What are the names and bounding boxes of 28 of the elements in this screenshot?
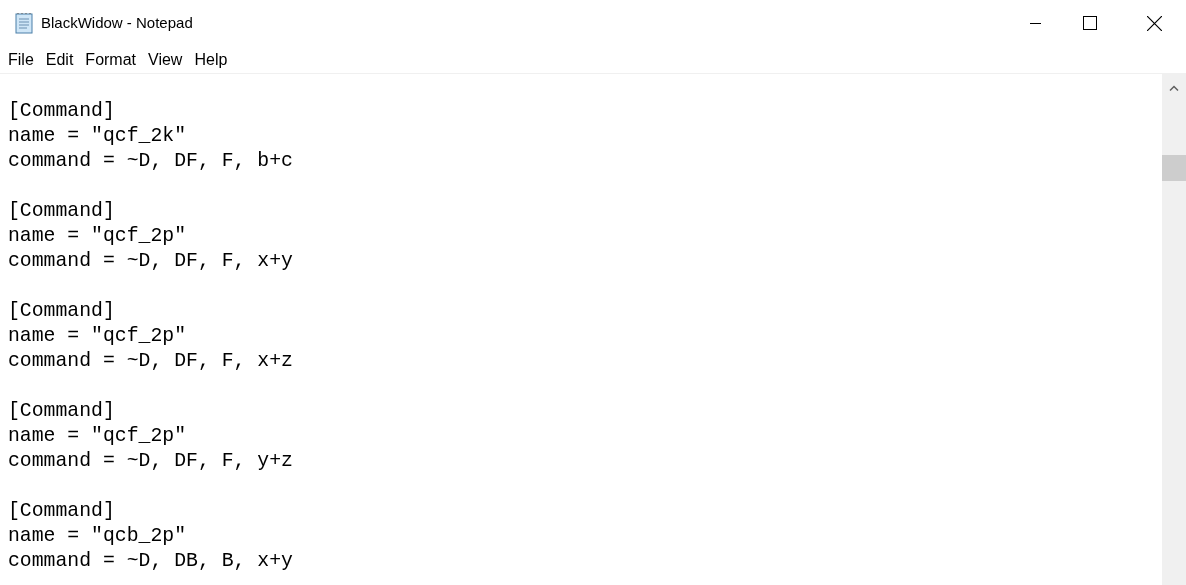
scroll-thumb[interactable] (1162, 155, 1186, 181)
menu-item[interactable]: View (142, 47, 189, 72)
scrollbar[interactable] (1162, 74, 1186, 585)
maximize-icon (1083, 16, 1097, 30)
scroll-up-icon[interactable] (1169, 85, 1179, 91)
text-line: name = "qcb_2p" (8, 525, 187, 547)
text-line: name = "qcf_2k" (8, 125, 187, 147)
text-line: command = ~D, DF, F, x+z (8, 350, 293, 372)
window-title: BlackWidow - Notepad (41, 12, 193, 33)
menu-item[interactable]: Help (188, 47, 234, 72)
text-line: [Command] (8, 400, 115, 422)
text-line: name = "qcf_2p" (8, 425, 187, 447)
menu-item[interactable]: Format (79, 47, 143, 72)
close-icon (1146, 15, 1162, 31)
text-line: name = "qcf_2p" (8, 225, 187, 247)
notepad-icon (13, 12, 35, 34)
text-line: command = ~D, DF, F, x+y (8, 250, 293, 272)
text-line: command = ~D, DB, B, x+y (8, 550, 293, 572)
menu-item[interactable]: File (2, 47, 40, 72)
minimize-icon (1029, 22, 1041, 24)
menu-item[interactable]: Edit (39, 47, 80, 72)
text-line: [Command] (8, 200, 115, 222)
text-line: [Command] (8, 300, 115, 322)
text-line: command = ~D, DF, F, b+c (8, 150, 293, 172)
text-line: name = "qcf_2p" (8, 325, 187, 347)
text-line: [Command] (8, 500, 115, 522)
text-line: [Command] (8, 100, 115, 122)
text-line: command = ~D, DF, F, y+z (8, 450, 293, 472)
